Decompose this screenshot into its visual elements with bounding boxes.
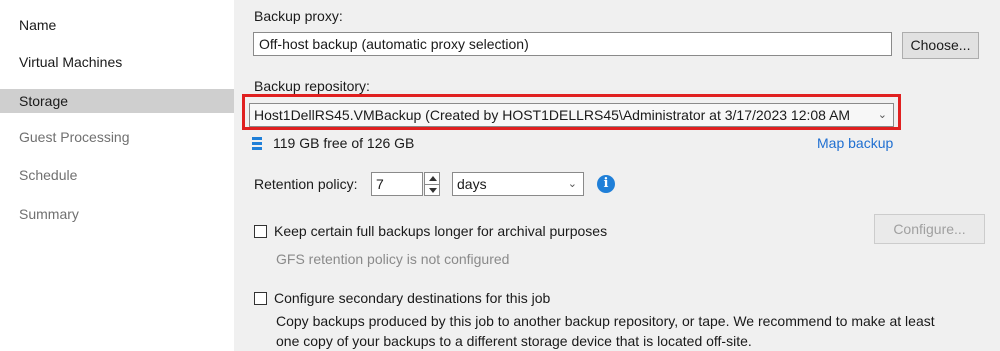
repository-value: Host1DellRS45.VMBackup (Created by HOST1…	[254, 107, 851, 123]
database-icon	[252, 137, 262, 150]
sidebar-item-guest-processing[interactable]: Guest Processing	[0, 125, 234, 149]
sidebar-item-label: Name	[19, 17, 57, 33]
chevron-down-icon: ⌄	[877, 109, 887, 121]
sidebar-item-label: Summary	[19, 206, 79, 222]
sidebar-item-label: Storage	[19, 93, 69, 109]
sidebar-item-label: Virtual Machines	[19, 54, 123, 70]
storage-settings-panel: Backup proxy: Off-host backup (automatic…	[234, 0, 1000, 351]
secondary-destinations-checkbox[interactable]	[254, 292, 267, 305]
free-space-text: 119 GB free of 126 GB	[273, 135, 415, 151]
info-icon[interactable]: i	[597, 175, 615, 193]
retention-unit-select[interactable]: days ⌄	[452, 172, 584, 196]
choose-proxy-button[interactable]: Choose...	[902, 32, 979, 59]
secondary-description-line1: Copy backups produced by this job to ano…	[276, 313, 935, 329]
retention-unit-value: days	[457, 176, 487, 192]
configure-gfs-button[interactable]: Configure...	[874, 214, 985, 244]
secondary-destinations-label: Configure secondary destinations for thi…	[274, 290, 551, 306]
backup-proxy-field[interactable]: Off-host backup (automatic proxy selecti…	[253, 32, 892, 56]
sidebar-item-summary[interactable]: Summary	[0, 202, 234, 226]
sidebar-item-virtual-machines[interactable]: Virtual Machines	[0, 50, 234, 74]
sidebar-item-name[interactable]: Name	[0, 13, 234, 37]
gfs-status-text: GFS retention policy is not configured	[276, 251, 510, 267]
map-backup-link[interactable]: Map backup	[817, 135, 893, 151]
retention-value-input[interactable]: 7	[371, 172, 423, 196]
backup-repository-select[interactable]: Host1DellRS45.VMBackup (Created by HOST1…	[249, 103, 894, 127]
sidebar-item-label: Guest Processing	[19, 129, 130, 145]
keep-full-backups-checkbox[interactable]	[254, 225, 267, 238]
secondary-description-line2: one copy of your backups to a different …	[276, 333, 752, 349]
keep-full-backups-label: Keep certain full backups longer for arc…	[274, 223, 608, 239]
sidebar-item-schedule[interactable]: Schedule	[0, 163, 234, 187]
retention-policy-label: Retention policy:	[254, 176, 358, 192]
spinner-icon[interactable]	[424, 172, 440, 196]
wizard-sidebar: Name Virtual Machines Storage Guest Proc…	[0, 0, 234, 351]
backup-repository-label: Backup repository:	[254, 78, 370, 94]
backup-proxy-label: Backup proxy:	[254, 8, 343, 24]
sidebar-item-label: Schedule	[19, 167, 78, 183]
chevron-down-icon: ⌄	[567, 178, 577, 190]
storage-wizard: Name Virtual Machines Storage Guest Proc…	[0, 0, 1000, 351]
sidebar-item-storage[interactable]: Storage	[0, 89, 234, 113]
